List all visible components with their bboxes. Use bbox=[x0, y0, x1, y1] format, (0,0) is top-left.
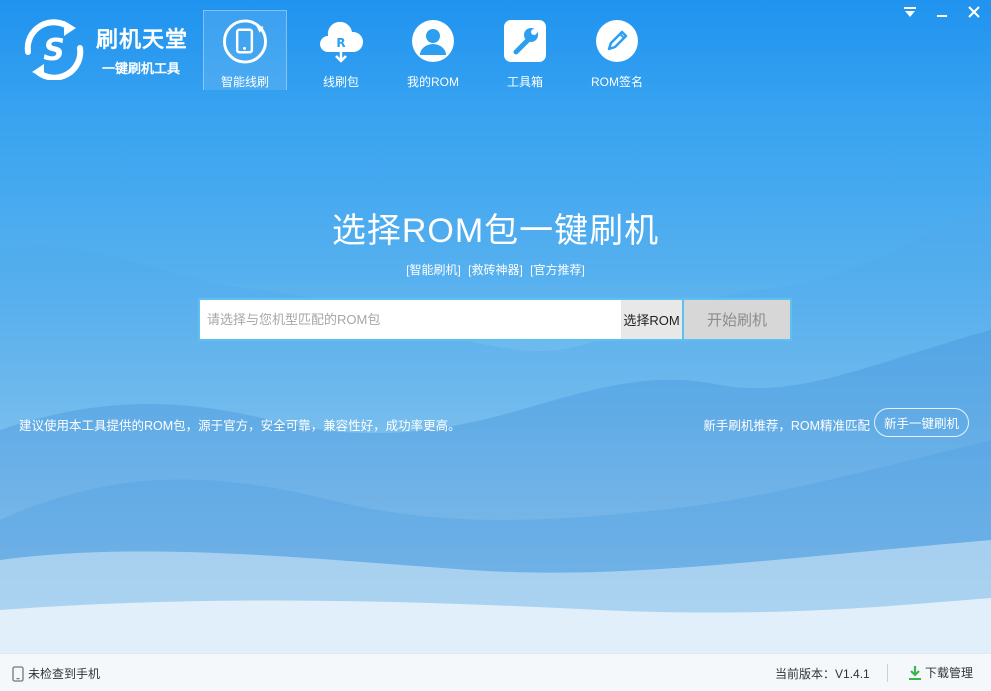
select-rom-button[interactable]: 选择ROM bbox=[621, 300, 684, 339]
user-icon bbox=[412, 20, 454, 62]
newbie-tip-text: 新手刷机推荐，ROM精准匹配 bbox=[703, 419, 870, 433]
logo-subtitle: 一键刷机工具 bbox=[102, 61, 181, 76]
main-window: S 刷机天堂 一键刷机工具 智能线刷 R 线刷包 我的ROM 工具箱 ROM签名… bbox=[0, 0, 991, 691]
nav-item-my-rom[interactable]: 我的ROM bbox=[387, 10, 479, 90]
nav-label: 线刷包 bbox=[322, 75, 359, 89]
page-title: 选择ROM包一键刷机 bbox=[331, 212, 660, 250]
tag-official[interactable]: [官方推荐] bbox=[530, 263, 585, 277]
status-divider bbox=[887, 664, 888, 682]
wrench-icon bbox=[504, 20, 546, 62]
mountain-background bbox=[0, 200, 991, 691]
svg-text:R: R bbox=[336, 36, 345, 50]
tag-rescue[interactable]: [救砖神器] bbox=[468, 263, 523, 277]
start-flash-button[interactable]: 开始刷机 bbox=[684, 300, 790, 339]
nav-item-rom-sign[interactable]: ROM签名 bbox=[571, 10, 663, 90]
download-icon bbox=[909, 665, 921, 680]
version-label: 当前版本： bbox=[775, 667, 836, 681]
rom-select-bar: 选择ROM 开始刷机 bbox=[198, 298, 792, 341]
tag-smart-flash[interactable]: [智能刷机] bbox=[406, 263, 461, 277]
device-status-text: 未检查到手机 bbox=[28, 667, 101, 681]
logo-title: 刷机天堂 bbox=[96, 27, 189, 52]
version-value: V1.4.1 bbox=[835, 667, 870, 681]
feature-tags: [智能刷机] [救砖神器] [官方推荐] bbox=[0, 261, 991, 278]
minimize-icon[interactable] bbox=[933, 4, 951, 20]
app-logo: S 刷机天堂 一键刷机工具 bbox=[18, 18, 198, 81]
nav-item-toolbox[interactable]: 工具箱 bbox=[479, 10, 571, 90]
top-nav: 智能线刷 R 线刷包 我的ROM 工具箱 ROM签名 bbox=[203, 10, 663, 90]
nav-item-flash-package[interactable]: R 线刷包 bbox=[295, 10, 387, 90]
pen-icon bbox=[596, 20, 638, 62]
close-icon[interactable] bbox=[965, 4, 983, 20]
nav-label: 智能线刷 bbox=[220, 75, 269, 89]
nav-item-smart-flash[interactable]: 智能线刷 bbox=[203, 10, 287, 90]
svg-text:S: S bbox=[43, 33, 65, 68]
nav-label: 工具箱 bbox=[506, 75, 543, 89]
newbie-flash-button[interactable]: 新手一键刷机 bbox=[874, 408, 969, 437]
device-status: 未检查到手机 bbox=[12, 665, 100, 682]
rom-tip-text: 建议使用本工具提供的ROM包，源于官方，安全可靠，兼容性好，成功率更高。 bbox=[19, 419, 461, 433]
status-bar: 未检查到手机 当前版本：V1.4.1 下载管理 bbox=[0, 653, 991, 691]
version-info: 当前版本：V1.4.1 bbox=[775, 665, 870, 682]
rom-path-input[interactable] bbox=[200, 300, 621, 339]
nav-label: ROM签名 bbox=[591, 75, 643, 89]
cloud-download-icon: R bbox=[320, 21, 364, 63]
download-manager-button[interactable]: 下载管理 bbox=[908, 664, 973, 681]
phone-icon bbox=[12, 665, 24, 682]
nav-label: 我的ROM bbox=[407, 75, 459, 89]
menu-dropdown-icon[interactable] bbox=[901, 4, 919, 20]
window-controls bbox=[901, 4, 983, 20]
phone-refresh-icon bbox=[222, 19, 268, 64]
download-manager-label: 下载管理 bbox=[925, 666, 974, 680]
logo-s-icon: S bbox=[24, 19, 84, 81]
